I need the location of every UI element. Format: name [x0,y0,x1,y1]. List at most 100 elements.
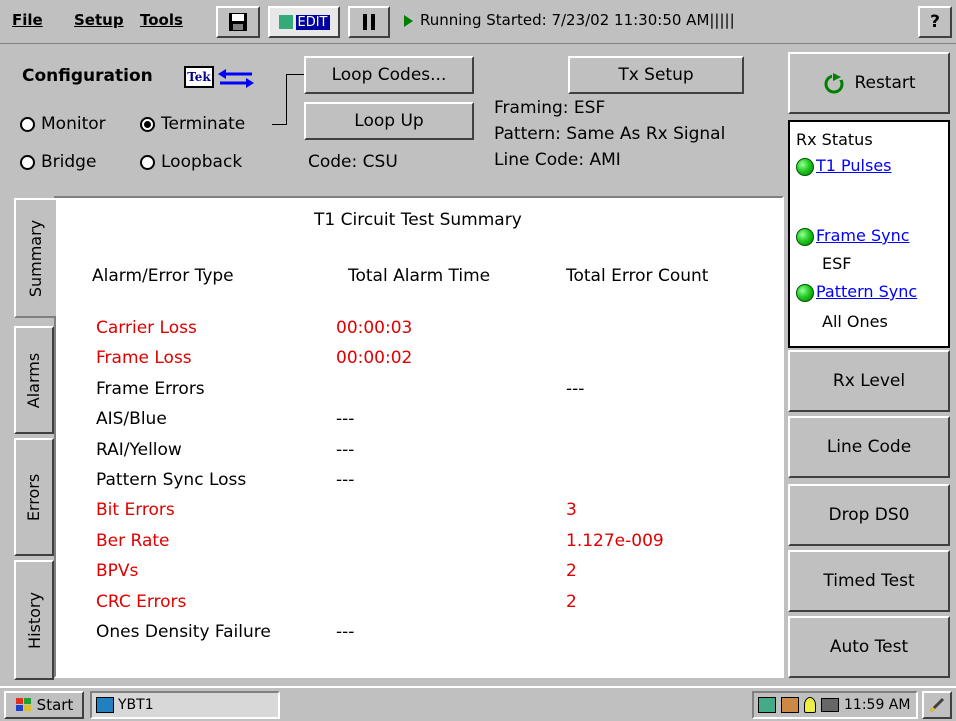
menu-file[interactable]: File [12,11,43,29]
clock[interactable]: 11:59 AM [844,697,910,713]
tab-errors[interactable]: Errors [14,438,54,556]
header-total-error-count: Total Error Count [566,266,709,286]
row-type: BPVs [96,561,139,582]
loop-up-button[interactable]: Loop Up [304,102,474,140]
row-type: AIS/Blue [96,409,167,430]
row-error-count: --- [566,378,585,399]
row-alarm-time: --- [336,439,355,460]
start-label: Start [36,696,74,714]
row-type: Carrier Loss [96,318,197,338]
edit-icon [278,15,293,29]
rx-level-button[interactable]: Rx Level [788,350,950,412]
line-code-value: Line Code: AMI [494,150,621,170]
configuration-title: Configuration [22,66,153,86]
row-error-count: 2 [566,591,577,612]
mode-terminate-radio[interactable]: Terminate [140,114,245,134]
run-status: Running Started: 7/23/02 11:30:50 AM||||… [420,11,735,29]
desktop-button[interactable] [922,691,952,719]
mode-loopback-label: Loopback [161,152,243,172]
radio-dot [20,116,35,132]
line-code-button[interactable]: Line Code [788,416,950,478]
rx-status-title: Rx Status [796,130,873,149]
row-type: Pattern Sync Loss [96,470,247,490]
menu-bar: File Setup Tools EDIT Running Started: 7… [0,0,956,44]
mode-loopback-radio[interactable]: Loopback [140,152,242,172]
drop-ds0-button[interactable]: Drop DS0 [788,484,950,546]
task-ybt1-button[interactable]: YBT1 [90,691,280,719]
timed-test-button[interactable]: Timed Test [788,550,950,612]
app-icon [96,697,114,713]
tab-summary-label: Summary [26,219,46,297]
row-error-count: 3 [566,500,577,521]
tab-history[interactable]: History [14,560,54,680]
row-alarm-time: --- [336,409,355,430]
tab-summary[interactable]: Summary [14,198,56,318]
mode-bridge-radio[interactable]: Bridge [20,152,96,172]
code-value: Code: CSU [308,152,398,172]
summary-panel: T1 Circuit Test Summary Alarm/Error Type… [54,196,784,678]
frame-sync-link[interactable]: Frame Sync [816,226,910,245]
windows-flag-icon [15,698,31,711]
pattern-value: Pattern: Same As Rx Signal [494,124,726,144]
row-alarm-time: --- [336,622,355,642]
taskbar: Start YBT1 11:59 AM [0,686,956,721]
tab-history-label: History [24,591,44,649]
row-type: Ber Rate [96,530,170,551]
frame-sync-value: ESF [822,254,852,273]
header-alarm-error-type: Alarm/Error Type [92,266,234,286]
save-button[interactable] [216,6,260,38]
lightbulb-icon[interactable] [804,697,816,713]
loop-arrows-icon [218,69,254,88]
row-error-count: 2 [566,561,577,582]
tab-alarms-label: Alarms [24,352,44,408]
start-button[interactable]: Start [4,691,84,719]
sync-icon[interactable] [781,697,799,713]
row-type: RAI/Yellow [96,439,182,460]
task-label: YBT1 [118,697,154,713]
mode-terminate-label: Terminate [161,114,246,134]
edit-label: EDIT [295,14,330,30]
pause-button[interactable] [348,6,390,38]
frame-sync-led-icon [796,228,814,246]
radio-dot [140,154,155,170]
mode-monitor-label: Monitor [41,114,106,134]
pattern-sync-value: All Ones [822,312,888,331]
rx-status-panel: Rx Status T1 Pulses Frame Sync ESF Patte… [788,120,950,348]
row-alarm-time: --- [336,470,355,490]
tab-alarms[interactable]: Alarms [14,326,54,434]
row-type: Frame Errors [96,378,205,399]
loop-codes-button[interactable]: Loop Codes... [304,56,474,94]
row-type: CRC Errors [96,591,187,612]
t1-pulses-led-icon [796,158,814,176]
running-play-icon [404,15,413,27]
header-total-alarm-time: Total Alarm Time [348,266,491,286]
mode-monitor-radio[interactable]: Monitor [20,114,106,134]
floppy-disk-icon [229,13,247,31]
pattern-sync-link[interactable]: Pattern Sync [816,282,917,301]
system-tray: 11:59 AM [752,691,918,719]
tek-logo: Tek [182,64,264,92]
tab-errors-label: Errors [24,473,44,521]
summary-title: T1 Circuit Test Summary [314,210,522,230]
tek-logo-text: Tek [184,66,214,88]
tx-setup-button[interactable]: Tx Setup [568,56,744,94]
connector-line [272,124,286,125]
row-type: Bit Errors [96,500,175,521]
row-alarm-time: 00:00:03 [336,318,413,338]
help-button[interactable]: ? [918,6,952,38]
menu-setup[interactable]: Setup [74,11,124,29]
restart-button[interactable]: Restart [788,52,950,114]
network-icon[interactable] [758,697,776,713]
connector-line [286,74,287,125]
row-type: Ones Density Failure [96,622,271,642]
pen-icon [929,697,945,713]
t1-pulses-link[interactable]: T1 Pulses [816,156,892,175]
restart-icon [824,72,844,94]
menu-tools[interactable]: Tools [140,11,183,29]
edit-button[interactable]: EDIT [268,6,340,38]
auto-test-button[interactable]: Auto Test [788,616,950,678]
pause-icon [363,14,375,30]
mode-bridge-label: Bridge [41,152,97,172]
keyboard-icon[interactable] [821,698,839,712]
row-alarm-time: 00:00:02 [336,348,413,369]
